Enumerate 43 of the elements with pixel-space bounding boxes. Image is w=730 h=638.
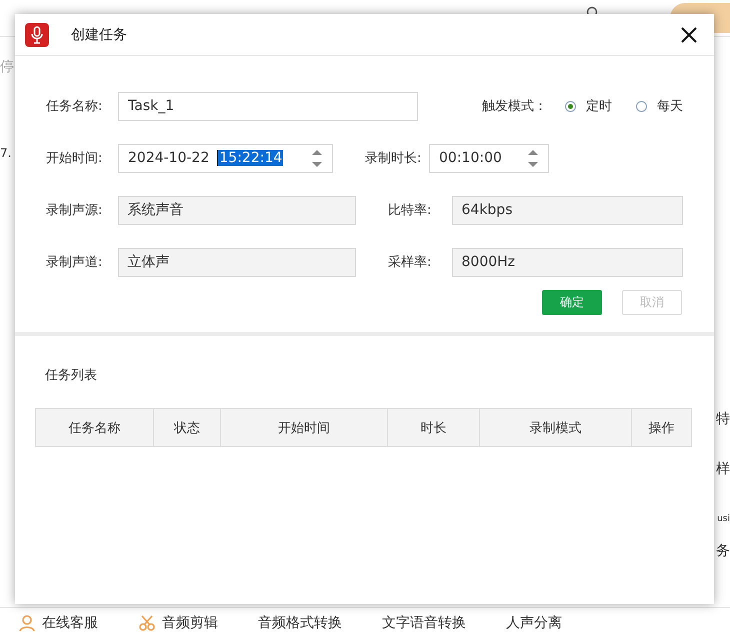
column-header: 开始时间 [221,409,388,446]
field-label: 采样率: [388,254,432,271]
field-label: 录制声源: [46,202,104,219]
column-header: 时长 [388,409,480,446]
column-header: 操作 [648,420,676,438]
spinner-icon [311,148,323,168]
column-header: 状态 [154,409,221,446]
microphone-icon [25,22,49,46]
scissors-icon [138,614,156,632]
spinner-icon [527,148,539,168]
field-label: 录制时长: [365,150,422,167]
start-time-field[interactable]: 2024-10-22 15:22:14 [118,144,333,172]
readonly-field: 8000Hz [452,248,683,276]
text-fragment: 样 [716,460,730,478]
text-fragment: 7. [0,146,12,160]
tool-label[interactable]: 音频格式转换 [258,614,342,632]
text-fragment: usi [717,514,730,524]
readonly-field: 64kbps [452,196,683,224]
section-title: 任务列表 [45,367,98,384]
readonly-field: 立体声 [118,248,356,276]
field-label: 任务名称: [46,98,104,115]
field-label: 比特率: [388,202,432,219]
text-fragment: 停 [0,58,14,76]
text-fragment: 务 [716,542,730,560]
readonly-field: 系统声音 [118,196,356,224]
field-label: 触发模式： [482,98,547,115]
close-icon [680,26,698,44]
task-name-field[interactable]: Task_1 [118,92,418,120]
tool-label[interactable]: 人声分离 [506,614,562,632]
tool-label[interactable]: 在线客服 [42,614,98,632]
person-icon [18,614,36,632]
close-button[interactable] [680,26,698,44]
text-fragment: 特 [716,410,730,428]
field-label: 录制声道: [46,254,104,271]
dialog-title: 创建任务 [71,26,128,44]
tool-label[interactable]: 音频剪辑 [162,614,218,632]
radio-button[interactable]: 定时 [565,97,612,115]
column-header: 录制模式 [480,409,632,446]
duration-field[interactable]: 00:10:00 [429,144,549,172]
tool-label[interactable]: 文字语音转换 [382,614,466,632]
field-label: 开始时间: [46,150,104,167]
column-header: 任务名称 [36,409,154,446]
radio-button[interactable]: 每天 [636,97,683,115]
